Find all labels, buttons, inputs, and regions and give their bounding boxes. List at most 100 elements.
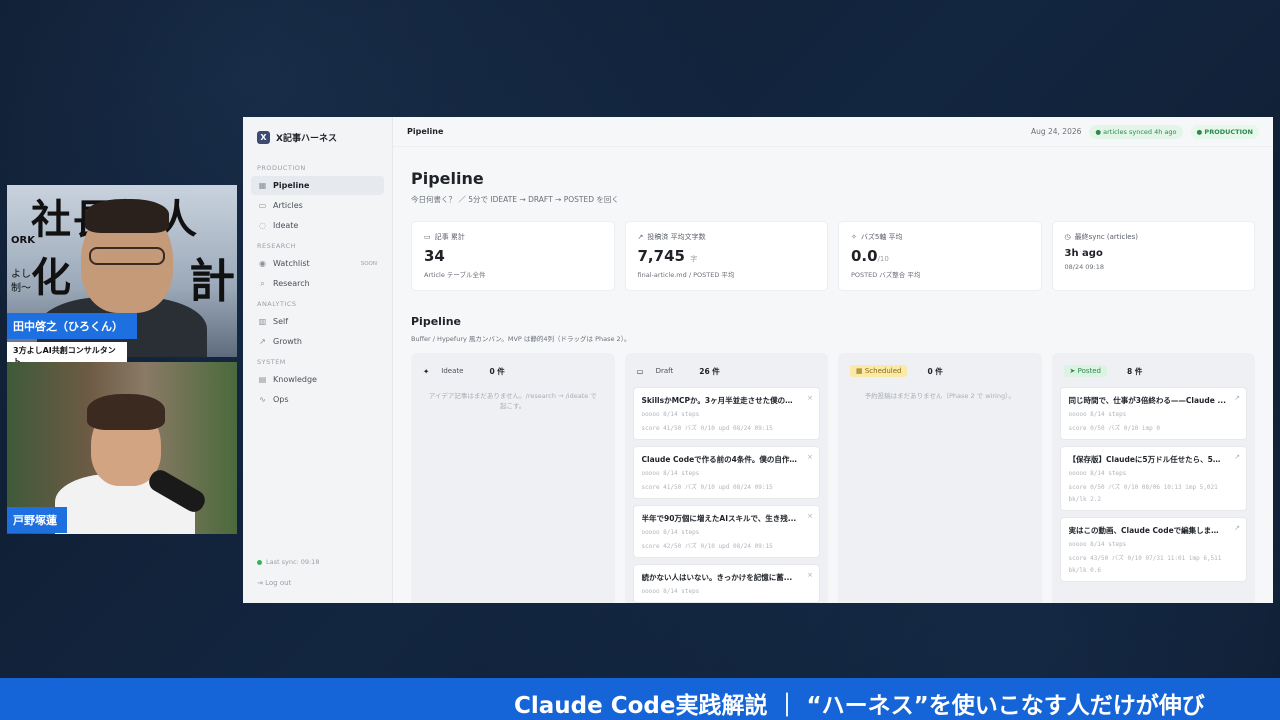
draft-card[interactable]: Claude Codeで作る前の4条件。僕の自作6... × ooooo 8/1…	[632, 446, 820, 499]
empty-state: 予約投稿はまだありません（Phase 2 で wiring）。	[864, 392, 1015, 400]
ticker-text: Claude Code実践解説 ｜ “ハーネス”を使いこなす人だけが伸び	[514, 693, 1205, 719]
kanban-column-ideate: ✦ Ideate 0 件 アイデア記事はまだありません。/research → …	[411, 353, 615, 603]
document-icon: ▭	[636, 366, 644, 376]
external-link-icon[interactable]: ↗	[1234, 394, 1240, 402]
card-meta: score 0/50 バズ 0/10 imp 0	[1068, 425, 1160, 432]
kpi-label: ✧ バズ5軸 平均	[851, 232, 1029, 242]
card-meta: score 41/50 バズ 0/10 upd 08/24 09:15	[641, 484, 773, 491]
card-title: Claude Codeで作る前の4条件。僕の自作6...	[641, 455, 804, 464]
kanban-board: ✦ Ideate 0 件 アイデア記事はまだありません。/research → …	[411, 353, 1255, 603]
kpi-card-last-sync: ◷ 最終sync (articles) 3h ago 08/24 09:18	[1051, 221, 1255, 291]
card-title: 続かない人はいない。きっかけを記憶に蓄...	[641, 573, 793, 582]
breadcrumb: Pipeline	[407, 127, 444, 136]
section-label-system: SYSTEM	[257, 358, 286, 366]
column-header: ▭ Draft 26 件	[633, 361, 821, 387]
close-icon[interactable]: ×	[807, 394, 813, 402]
card-steps: ooooo 8/14 steps	[641, 470, 700, 477]
glasses	[89, 247, 165, 265]
backdrop-subtext: 制〜	[11, 283, 31, 294]
calendar-icon: ▦	[856, 367, 865, 375]
column-count: 0 件	[489, 366, 505, 376]
column-label: ▦ Scheduled	[850, 365, 908, 377]
sidebar-item-pipeline[interactable]: ▦ Pipeline	[251, 176, 384, 195]
brand[interactable]: X X記事ハーネス	[251, 129, 384, 158]
posted-card[interactable]: 【保存版】Claudeに5万ドル任せたら、5ヶ... ↗ ooooo 8/14 …	[1059, 446, 1247, 511]
send-icon: ➤	[1069, 367, 1078, 375]
sidebar-item-ops[interactable]: ∿ Ops	[251, 390, 384, 409]
kpi-label-text: 投稿済 平均文字数	[647, 233, 706, 241]
document-icon: ▭	[424, 233, 431, 241]
sidebar-item-articles[interactable]: ▭ Articles	[251, 196, 384, 215]
sidebar-item-label: Articles	[273, 201, 303, 210]
lightbulb-icon: ◌	[259, 221, 266, 230]
posted-card[interactable]: 実はこの動画、Claude Codeで編集しまし... ↗ ooooo 8/14…	[1059, 517, 1247, 582]
sidebar-item-watchlist[interactable]: ◉ Watchlist SOON	[251, 254, 384, 273]
sidebar-item-research[interactable]: ⌕ Research	[251, 274, 384, 293]
section-label-research: RESEARCH	[257, 242, 296, 250]
logout-button[interactable]: ⇥ Log out	[257, 579, 291, 587]
kpi-unit: /10	[877, 255, 889, 263]
last-sync-label: Last sync: 09:18	[266, 558, 320, 566]
book-icon: ▤	[258, 375, 267, 384]
card-steps: ooooo 8/14 steps	[641, 588, 700, 595]
eye-icon: ◉	[259, 259, 266, 268]
sidebar-item-growth[interactable]: ↗ Growth	[251, 332, 384, 351]
card-steps: ooooo 8/14 steps	[1068, 470, 1127, 477]
kpi-value: 3h ago	[1064, 248, 1103, 259]
kpi-value: 34	[424, 247, 445, 265]
card-title: 同じ時間で、仕事が3倍終わる——Claude ...	[1068, 396, 1227, 405]
kanban-column-posted: ➤ Posted 8 件 同じ時間で、仕事が3倍終わる——Claude ... …	[1051, 353, 1255, 603]
draft-card[interactable]: SkillsかMCPか。3ヶ月半並走させた僕の判... × ooooo 8/14…	[632, 387, 820, 440]
sidebar-item-knowledge[interactable]: ▤ Knowledge	[251, 370, 384, 389]
sidebar-item-ideate[interactable]: ◌ Ideate	[251, 216, 384, 235]
guest-name-tag: 戸野塚蓮	[7, 507, 67, 533]
sidebar-item-label: Growth	[273, 337, 302, 346]
sidebar: X X記事ハーネス PRODUCTION ▦ Pipeline ▭ Articl…	[243, 117, 393, 603]
draft-card[interactable]: 半年で90万個に増えたAIスキルで、生き残... × ooooo 8/14 st…	[632, 505, 820, 558]
topbar-right: Aug 24, 2026 ● articles synced 4h ago ● …	[1031, 124, 1259, 139]
draft-card[interactable]: 続かない人はいない。きっかけを記憶に蓄... × ooooo 8/14 step…	[632, 564, 820, 603]
lightbulb-icon: ✦	[423, 366, 430, 376]
card-title: 半年で90万個に増えたAIスキルで、生き残...	[641, 514, 797, 523]
card-title: 実はこの動画、Claude Codeで編集しまし...	[1068, 526, 1228, 535]
sidebar-item-self[interactable]: ▥ Self	[251, 312, 384, 331]
app-window: X X記事ハーネス PRODUCTION ▦ Pipeline ▭ Articl…	[243, 117, 1273, 603]
sidebar-item-label: Self	[273, 317, 289, 326]
column-label: Ideate	[441, 367, 464, 375]
external-link-icon[interactable]: ↗	[1234, 524, 1240, 532]
card-title: SkillsかMCPか。3ヶ月半並走させた僕の判...	[641, 396, 802, 405]
kpi-card-total-articles: ▭ 記事 累計 34 Article テーブル全件	[411, 221, 615, 291]
kanban-column-scheduled: ▦ Scheduled 0 件 予約投稿はまだありません（Phase 2 で w…	[838, 353, 1042, 603]
kpi-unit: 字	[690, 255, 698, 263]
sidebar-item-label: Knowledge	[273, 375, 317, 384]
external-link-icon[interactable]: ↗	[1234, 453, 1240, 461]
column-label: Draft	[655, 367, 674, 375]
host-hair	[85, 199, 169, 233]
sparkle-icon: ✧	[851, 233, 857, 241]
card-steps: ooooo 8/14 steps	[641, 411, 700, 418]
sidebar-item-label: Research	[273, 279, 310, 288]
caption-ticker: Claude Code実践解説 ｜ “ハーネス”を使いこなす人だけが伸び	[0, 678, 1280, 720]
card-meta: score 0/50 バズ 0/10 08/06 10:13 imp 5,021	[1068, 484, 1218, 491]
kpi-card-buzz-score: ✧ バズ5軸 平均 0.0/10 POSTED バズ整合 平均	[838, 221, 1042, 291]
kpi-value: 0.0/10	[851, 247, 1029, 265]
host-name-tag: 田中啓之（ひろくん）	[7, 313, 137, 339]
close-icon[interactable]: ×	[807, 512, 813, 520]
close-icon[interactable]: ×	[807, 453, 813, 461]
main-content: Pipeline Aug 24, 2026 ● articles synced …	[393, 117, 1273, 603]
kpi-note: Article テーブル全件	[424, 271, 486, 279]
brand-logo-icon: X	[257, 131, 270, 144]
column-header: ▦ Scheduled 0 件	[846, 361, 1034, 387]
kpi-value-number: 7,745	[637, 247, 685, 265]
posted-card[interactable]: 同じ時間で、仕事が3倍終わる——Claude ... ↗ ooooo 8/14 …	[1059, 387, 1247, 440]
card-title: 【保存版】Claudeに5万ドル任せたら、5ヶ...	[1068, 455, 1229, 464]
card-meta: score 42/50 バズ 0/10 upd 08/24 09:15	[641, 543, 773, 550]
column-count: 0 件	[927, 366, 943, 376]
search-icon: ⌕	[260, 279, 265, 288]
board-title: Pipeline	[411, 315, 461, 328]
environment-badge: ● PRODUCTION	[1190, 124, 1259, 139]
sidebar-item-label: Watchlist	[273, 259, 310, 268]
kpi-label-text: 最終sync (articles)	[1074, 233, 1138, 241]
close-icon[interactable]: ×	[807, 571, 813, 579]
guest-hair	[87, 394, 165, 430]
